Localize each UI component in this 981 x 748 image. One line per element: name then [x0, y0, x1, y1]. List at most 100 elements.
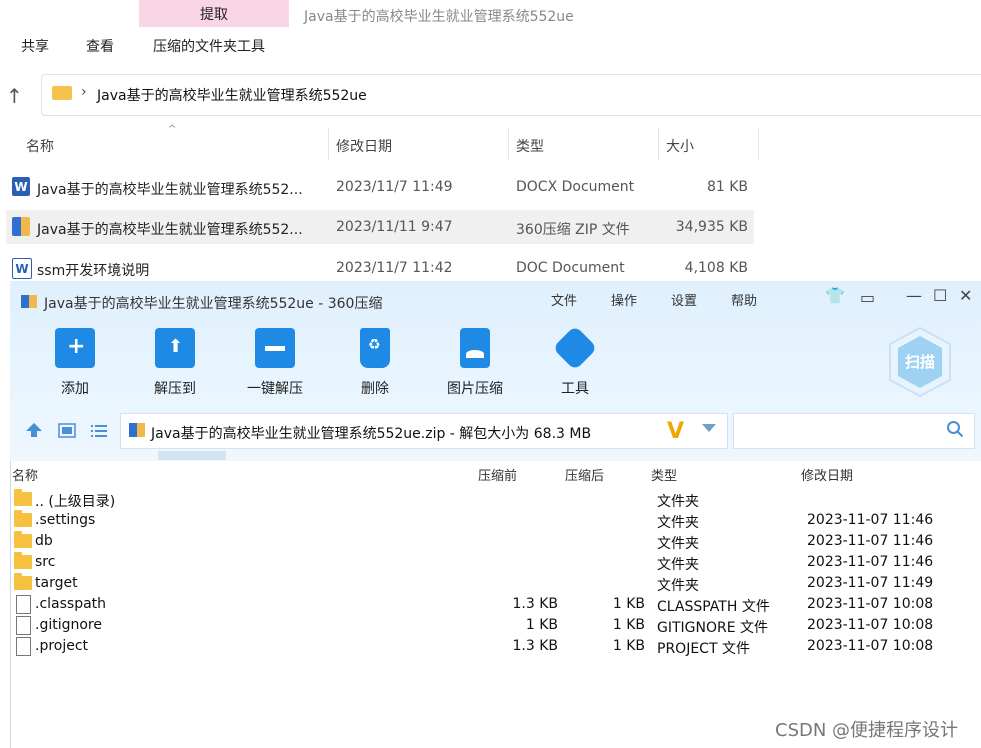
entry-type: PROJECT 文件 — [657, 641, 750, 657]
feedback-icon[interactable]: ▭ — [860, 288, 875, 307]
file-name: ssm开发环境说明 — [37, 263, 150, 279]
zip-path-text: Java基于的高校毕业生就业管理系统552ue.zip - 解包大小为 68.3… — [151, 426, 592, 442]
word-icon: W — [12, 258, 32, 279]
entry-size-after: 1 KB — [612, 617, 645, 633]
folder-icon — [14, 573, 32, 590]
entry-name: .project — [35, 638, 89, 654]
horizontal-scrollbar[interactable] — [158, 451, 226, 460]
file-type: DOCX Document — [516, 179, 635, 195]
entry-date: 2023-11-07 11:46 — [807, 554, 934, 570]
folder-icon — [14, 531, 32, 548]
folder-icon — [52, 86, 72, 100]
entry-name: .classpath — [35, 596, 107, 612]
entry-date: 2023-11-07 11:46 — [807, 512, 934, 528]
folder-icon — [14, 552, 32, 569]
add-button[interactable]: + 添加 — [30, 328, 120, 398]
column-divider[interactable] — [758, 128, 759, 160]
ribbon-tab-share[interactable]: 共享 — [21, 36, 49, 56]
zip-column-name[interactable]: 名称 — [12, 465, 38, 484]
column-divider[interactable] — [658, 128, 659, 160]
entry-name: .. (上级目录) — [35, 494, 116, 510]
zip-row-file[interactable]: .project 1.3 KB 1 KB PROJECT 文件 2023-11-… — [11, 636, 979, 657]
entry-type: 文件夹 — [657, 557, 699, 573]
column-header-type[interactable]: 类型 — [516, 136, 544, 156]
zip-row-file[interactable]: .gitignore 1 KB 1 KB GITIGNORE 文件 2023-1… — [11, 615, 979, 636]
column-header-name[interactable]: 名称 — [26, 136, 54, 156]
zip-column-date[interactable]: 修改日期 — [801, 465, 853, 484]
column-header-size[interactable]: 大小 — [666, 136, 694, 156]
image-compress-button[interactable]: 图片压缩 — [430, 328, 520, 398]
menu-file[interactable]: 文件 — [551, 290, 577, 309]
maximize-icon[interactable]: ☐ — [933, 286, 947, 305]
zip-row-folder[interactable]: target 文件夹 2023-11-07 11:49 — [11, 573, 979, 594]
file-name: Java基于的高校毕业生就业管理系统552... — [37, 222, 303, 238]
search-input[interactable] — [733, 413, 975, 449]
entry-size-after: 1 KB — [612, 596, 645, 612]
tools-icon — [552, 325, 598, 371]
chevron-right-icon: › — [81, 84, 87, 100]
minimize-icon[interactable]: — — [906, 286, 922, 305]
list-view-icon[interactable] — [90, 423, 108, 438]
image-compress-label: 图片压缩 — [447, 381, 503, 397]
file-date: 2023/11/11 9:47 — [336, 219, 453, 235]
extract-to-button[interactable]: ⬆ 解压到 — [130, 328, 220, 398]
zip-row-folder[interactable]: .. (上级目录) 文件夹 — [11, 489, 979, 510]
recycle-bin-icon: ♻ — [360, 328, 390, 368]
ribbon-tabs: 共享 查看 压缩的文件夹工具 — [0, 32, 981, 58]
zip-column-type[interactable]: 类型 — [651, 465, 677, 484]
add-label: 添加 — [61, 381, 89, 397]
image-compress-icon — [460, 328, 490, 368]
zip-logo-icon — [21, 295, 37, 308]
zip-row-folder[interactable]: db 文件夹 2023-11-07 11:46 — [11, 531, 979, 552]
extract-folder-icon: ⬆ — [155, 328, 195, 368]
sort-up-icon: ^ — [168, 124, 177, 135]
entry-type: 文件夹 — [657, 578, 699, 594]
delete-button[interactable]: ♻ 删除 — [330, 328, 420, 398]
entry-type: CLASSPATH 文件 — [657, 599, 770, 615]
watermark: CSDN @便捷程序设计 — [775, 720, 959, 741]
window-title: Java基于的高校毕业生就业管理系统552ue — [304, 9, 574, 25]
entry-size-after: 1 KB — [612, 638, 645, 654]
ribbon-tab-view[interactable]: 查看 — [86, 36, 114, 56]
entry-size-before: 1 KB — [525, 617, 558, 633]
close-icon[interactable]: ✕ — [959, 286, 972, 305]
file-row-selected[interactable]: Java基于的高校毕业生就业管理系统552... 2023/11/11 9:47… — [6, 210, 754, 244]
menu-operation[interactable]: 操作 — [611, 290, 637, 309]
chevron-down-icon[interactable] — [702, 424, 716, 432]
file-type: DOC Document — [516, 260, 625, 276]
zip-row-folder[interactable]: .settings 文件夹 2023-11-07 11:46 — [11, 510, 979, 531]
tools-button[interactable]: 工具 — [530, 325, 620, 398]
scan-badge[interactable]: 扫描 — [888, 326, 952, 398]
column-header-date[interactable]: 修改日期 — [336, 136, 392, 156]
add-folder-icon: + — [55, 328, 95, 368]
menu-help[interactable]: 帮助 — [731, 290, 757, 309]
entry-name: target — [35, 575, 78, 591]
tools-label: 工具 — [561, 381, 589, 397]
file-row[interactable]: W ssm开发环境说明 2023/11/7 11:42 DOC Document… — [6, 251, 754, 285]
entry-name: src — [35, 554, 56, 570]
zip-row-file[interactable]: .classpath 1.3 KB 1 KB CLASSPATH 文件 2023… — [11, 594, 979, 615]
zip-column-before[interactable]: 压缩前 — [478, 465, 517, 484]
zip-row-folder[interactable]: src 文件夹 2023-11-07 11:46 — [11, 552, 979, 573]
address-path: Java基于的高校毕业生就业管理系统552ue — [97, 88, 367, 104]
extract-tab[interactable]: 提取 — [139, 0, 289, 27]
skin-icon[interactable]: 👕 — [825, 286, 845, 305]
file-icon — [16, 637, 31, 656]
ribbon-tab-compressed-tools[interactable]: 压缩的文件夹工具 — [153, 36, 265, 56]
zip-column-after[interactable]: 压缩后 — [565, 465, 604, 484]
one-click-folder-icon — [255, 328, 295, 368]
zip-window-title: Java基于的高校毕业生就业管理系统552ue - 360压缩 — [44, 296, 383, 312]
entry-date: 2023-11-07 10:08 — [807, 596, 934, 612]
file-row[interactable]: W Java基于的高校毕业生就业管理系统552... 2023/11/7 11:… — [6, 170, 754, 204]
column-divider[interactable] — [328, 128, 329, 160]
entry-type: 文件夹 — [657, 536, 699, 552]
menu-settings[interactable]: 设置 — [671, 290, 697, 309]
search-icon[interactable] — [946, 420, 964, 438]
one-click-extract-button[interactable]: 一键解压 — [230, 328, 320, 398]
thumbnail-view-icon[interactable] — [58, 423, 76, 438]
entry-date: 2023-11-07 10:08 — [807, 638, 934, 654]
one-click-extract-label: 一键解压 — [247, 381, 303, 397]
up-arrow-icon[interactable]: ↑ — [6, 84, 23, 108]
column-divider[interactable] — [508, 128, 509, 160]
nav-up-icon[interactable] — [25, 421, 43, 439]
